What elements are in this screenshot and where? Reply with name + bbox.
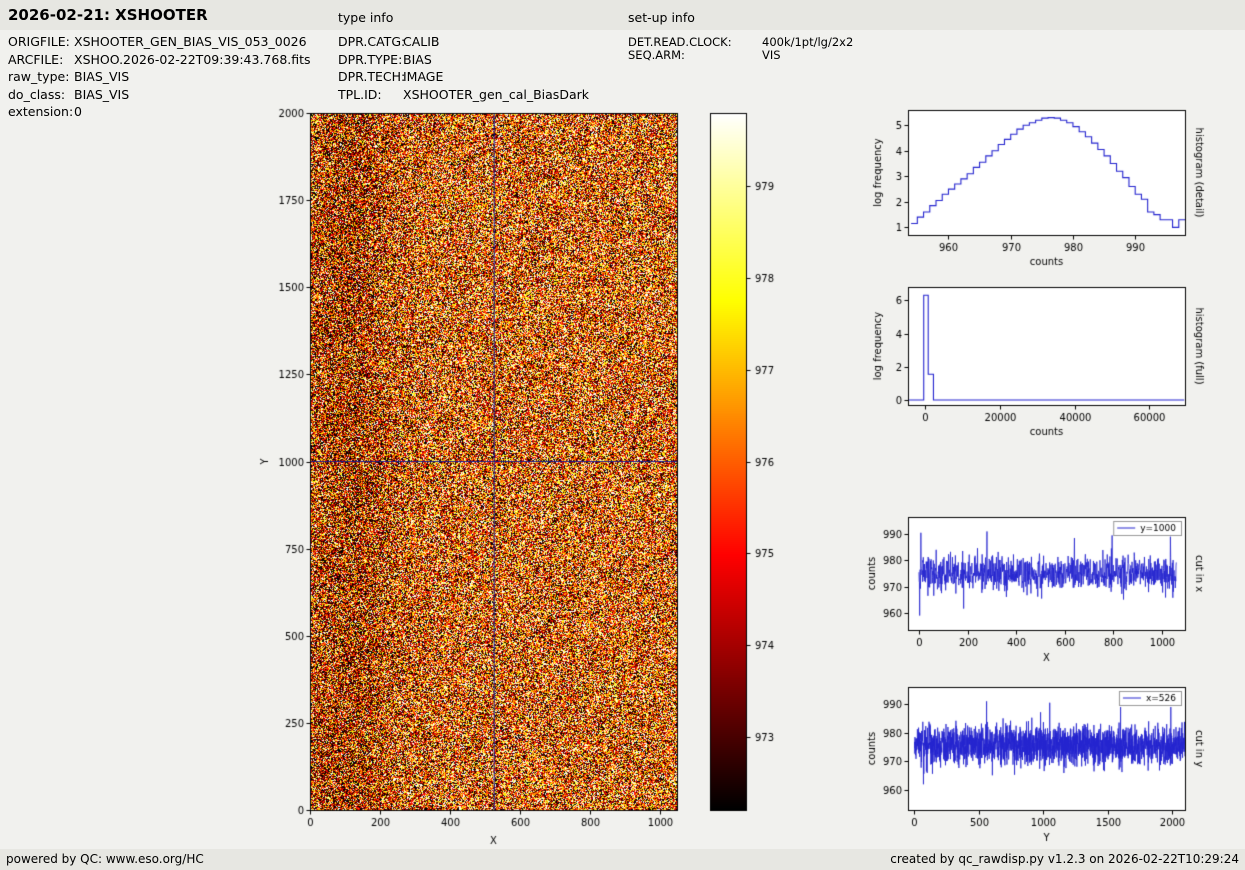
file-info-row: ARCFILE: XSHOO.2026-02-22T09:39:43.768.fi… — [8, 52, 311, 70]
setup-info-header: set-up info — [628, 10, 695, 25]
field-label: SEQ.ARM: — [628, 48, 685, 62]
setup-info-row: SEQ.ARM: VIS — [628, 48, 853, 62]
page-title: 2026-02-21: XSHOOTER — [8, 6, 208, 24]
footer-left-text: powered by QC: www.eso.org/HC — [6, 852, 204, 866]
type-info-row: DPR.CATG:CALIB — [338, 34, 589, 52]
field-value: BIAS_VIS — [74, 86, 130, 102]
footer-right-text: created by qc_rawdisp.py v1.2.3 on 2026-… — [890, 852, 1239, 866]
type-info-row: DPR.TECH:IMAGE — [338, 69, 589, 87]
field-label: raw_type: — [8, 69, 70, 84]
cut-in-x-plot — [840, 500, 1245, 700]
type-info-block: DPR.CATG:CALIB DPR.TYPE:BIAS DPR.TECH:IM… — [338, 34, 589, 104]
field-value: VIS — [762, 48, 781, 62]
field-label: DPR.TECH: — [338, 69, 406, 84]
field-value: BIAS_VIS — [74, 69, 130, 84]
histogram-detail-plot — [840, 95, 1245, 280]
field-label: ARCFILE: — [8, 51, 64, 67]
setup-info-block: DET.READ.CLOCK: 400k/1pt/lg/2x2 SEQ.ARM: V… — [628, 35, 854, 62]
file-info-row: raw_type: BIAS_VIS — [8, 69, 311, 87]
field-value: XSHOO.2026-02-22T09:39:43.768.fits — [74, 51, 311, 67]
field-label: do_class: — [8, 86, 66, 102]
type-info-header: type info — [338, 10, 394, 25]
field-value: BIAS — [403, 51, 432, 67]
field-label: DET.READ.CLOCK: — [628, 35, 732, 49]
field-value: CALIB — [403, 34, 440, 49]
cut-in-y-plot — [840, 672, 1245, 850]
field-label: DPR.CATG: — [338, 34, 406, 49]
field-label: extension: — [8, 104, 74, 119]
histogram-full-plot — [840, 270, 1245, 460]
field-value: IMAGE — [403, 69, 444, 84]
field-label: ORIGFILE: — [8, 34, 70, 49]
file-info-row: ORIGFILE: XSHOOTER_GEN_BIAS_VIS_053_0026 — [8, 34, 311, 52]
header-bar: 2026-02-21: XSHOOTER type info set-up in… — [0, 0, 1245, 30]
field-value: XSHOOTER_GEN_BIAS_VIS_053_0026 — [74, 34, 307, 49]
bias-image-plot — [250, 95, 790, 850]
type-info-row: DPR.TYPE:BIAS — [338, 52, 589, 70]
setup-info-row: DET.READ.CLOCK: 400k/1pt/lg/2x2 — [628, 35, 854, 49]
field-label: DPR.TYPE: — [338, 51, 403, 67]
field-value: 0 — [74, 104, 82, 119]
field-value: 400k/1pt/lg/2x2 — [762, 35, 854, 49]
footer-bar: powered by QC: www.eso.org/HC created by… — [0, 849, 1245, 870]
